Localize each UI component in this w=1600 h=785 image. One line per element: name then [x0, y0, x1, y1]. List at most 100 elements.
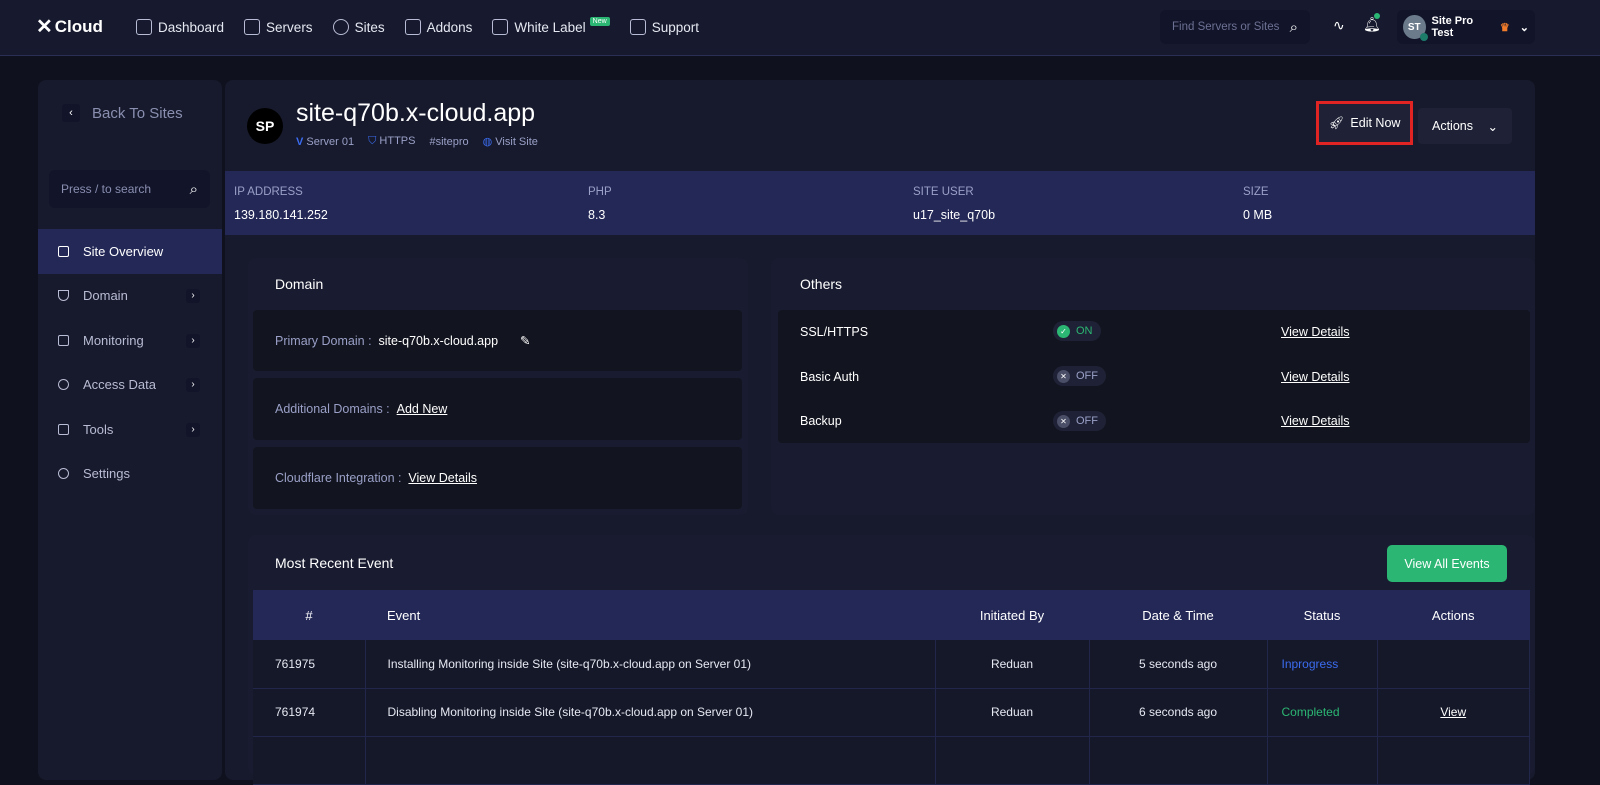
nav-addons[interactable]: Addons [404, 19, 472, 35]
others-list [778, 310, 1530, 443]
size-value: 0 MB [1243, 208, 1273, 222]
event-id: 761974 [253, 688, 366, 737]
size-label: SIZE [1243, 186, 1269, 198]
page-title: site-q70b.x-cloud.app [296, 99, 536, 127]
back-to-sites-link[interactable]: ‹ Back To Sites [62, 104, 183, 122]
domain-card-title: Domain [275, 276, 324, 292]
event-description: Disabling Monitoring inside Site (site-q… [365, 688, 936, 737]
x-icon: ✕ [1057, 414, 1070, 428]
monitor-icon [58, 335, 69, 346]
cloudflare-row: Cloudflare Integration : View Details [253, 447, 742, 509]
global-search-input[interactable]: Find Servers or Sites ⌕ [1160, 10, 1310, 44]
sidebar-item-settings[interactable]: Settings [38, 451, 222, 496]
event-initiator: Reduan [935, 640, 1090, 689]
visit-site-link[interactable]: ◍ Visit Site [483, 135, 538, 148]
add-new-domain-link[interactable]: Add New [397, 402, 448, 416]
ssl-label: SSL/HTTPS [800, 325, 869, 339]
event-id: 761975 [253, 640, 366, 689]
shield-icon: ⛉ [368, 135, 377, 147]
bell-icon[interactable]: 🔔︎ [1363, 13, 1381, 33]
event-time: 6 seconds ago [1089, 688, 1268, 737]
col-status: Status [1267, 590, 1377, 640]
event-time: 5 seconds ago [1089, 640, 1268, 689]
ssl-status-toggle[interactable]: ✓ ON [1053, 321, 1101, 341]
browser-icon [58, 246, 69, 257]
table-row: 761975 Installing Monitoring inside Site… [253, 640, 1530, 689]
others-card-title: Others [800, 276, 843, 292]
crown-icon: ♛ [1499, 21, 1510, 34]
search-icon: ⌕ [1289, 18, 1298, 36]
puzzle-icon [404, 19, 421, 35]
backup-view-details-link[interactable]: View Details [1281, 414, 1350, 428]
table-row [253, 736, 1530, 785]
pencil-icon[interactable]: ✎ [520, 333, 530, 348]
actions-dropdown[interactable]: Actions ⌄ [1418, 108, 1512, 144]
key-icon [58, 379, 69, 390]
site-avatar: SP [247, 108, 283, 144]
events-table: # Event Initiated By Date & Time Status … [253, 590, 1530, 785]
nav-dashboard[interactable]: Dashboard [136, 19, 224, 35]
sidebar-item-access-data[interactable]: Access Data › [38, 362, 222, 407]
chevron-down-icon: ⌄ [1487, 119, 1498, 134]
x-icon: ✕ [1057, 369, 1070, 383]
backup-status-toggle[interactable]: ✕ OFF [1053, 411, 1106, 431]
basic-auth-status-toggle[interactable]: ✕ OFF [1053, 366, 1106, 386]
additional-domains-row: Additional Domains : Add New [253, 378, 742, 440]
col-id: # [253, 590, 365, 640]
view-event-link[interactable]: View [1440, 705, 1466, 719]
chevron-down-icon: ⌄ [1519, 21, 1529, 34]
cloudflare-view-details-link[interactable]: View Details [408, 471, 477, 485]
new-badge: New [589, 16, 610, 26]
vultr-icon: V [296, 135, 304, 148]
chevron-right-icon: › [186, 377, 200, 392]
sidebar-item-site-overview[interactable]: Site Overview [38, 229, 222, 274]
events-title: Most Recent Event [275, 555, 394, 571]
view-all-events-button[interactable]: View All Events [1387, 545, 1507, 582]
nav-servers[interactable]: Servers [244, 19, 313, 35]
chevron-right-icon: › [186, 288, 200, 303]
server-link[interactable]: V Server 01 [296, 136, 354, 148]
nav-support[interactable]: Support [629, 19, 699, 35]
document-plus-icon [492, 19, 509, 35]
globe-icon: ◍ [482, 136, 493, 148]
gear-icon [58, 468, 69, 479]
https-label: ⛉ HTTPS [368, 135, 416, 147]
support-icon [629, 19, 646, 35]
globe-icon [332, 19, 349, 35]
grid-icon [136, 19, 152, 35]
site-info-strip [225, 171, 1535, 235]
tools-icon [58, 424, 69, 435]
site-meta: V Server 01 ⛉ HTTPS #sitepro ◍ Visit Sit… [296, 135, 538, 148]
logo[interactable]: ✕ Cloud [36, 14, 103, 39]
site-user-label: SITE USER [913, 186, 974, 198]
basic-auth-view-details-link[interactable]: View Details [1281, 370, 1350, 384]
edit-now-button[interactable]: 🚀︎ Edit Now [1316, 101, 1413, 145]
sidebar-item-domain[interactable]: Domain › [38, 273, 222, 318]
ssl-view-details-link[interactable]: View Details [1281, 325, 1350, 339]
nav-white-label[interactable]: White Label New [492, 16, 610, 35]
cloud-x-icon: ✕ [36, 16, 53, 38]
php-value: 8.3 [588, 208, 606, 222]
sidebar-search-input[interactable]: Press / to search ⌕ [49, 170, 210, 208]
check-icon: ✓ [1057, 324, 1070, 338]
php-label: PHP [588, 186, 612, 198]
basic-auth-label: Basic Auth [800, 370, 860, 384]
col-actions: Actions [1377, 590, 1530, 640]
search-icon: ⌕ [189, 180, 198, 198]
event-status: Inprogress [1267, 640, 1378, 689]
chevron-right-icon: › [186, 422, 200, 437]
sidebar-item-monitoring[interactable]: Monitoring › [38, 318, 222, 363]
user-menu[interactable]: ST Site Pro Test ♛ ⌄ [1397, 10, 1535, 44]
avatar: ST [1403, 15, 1428, 41]
table-header: # Event Initiated By Date & Time Status … [253, 590, 1530, 640]
activity-icon[interactable]: ∿ [1333, 17, 1345, 34]
chevron-right-icon: › [186, 333, 200, 348]
event-initiator: Reduan [935, 688, 1090, 737]
event-description: Installing Monitoring inside Site (site-… [365, 640, 936, 689]
sidebar-item-tools[interactable]: Tools › [38, 407, 222, 452]
nav-sites[interactable]: Sites [332, 19, 385, 35]
site-user-value: u17_site_q70b [913, 208, 996, 222]
col-date-time: Date & Time [1089, 590, 1267, 640]
shield-icon [58, 290, 69, 301]
primary-domain-value: site-q70b.x-cloud.app [378, 333, 499, 348]
